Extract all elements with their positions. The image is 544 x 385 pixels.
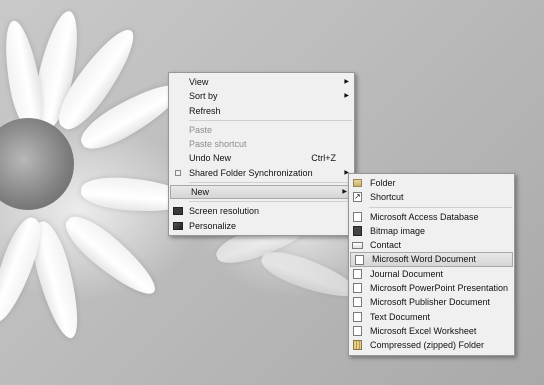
submenu-item-text-document[interactable]: Text Document xyxy=(349,310,514,324)
submenu-arrow-icon: ▶ xyxy=(344,79,349,85)
menu-item-label: Shared Folder Synchronization xyxy=(189,167,313,178)
menu-item-paste-shortcut: Paste shortcut xyxy=(169,137,354,151)
menu-item-label: New xyxy=(191,187,210,198)
submenu-item-journal-document[interactable]: Journal Document xyxy=(349,267,514,281)
submenu-item-powerpoint-presentation[interactable]: Microsoft PowerPoint Presentation xyxy=(349,281,514,295)
personalize-icon xyxy=(173,221,183,230)
submenu-item-label: Microsoft Access Database xyxy=(370,211,479,222)
submenu-item-access-database[interactable]: Microsoft Access Database xyxy=(349,210,514,224)
submenu-item-label: Compressed (zipped) Folder xyxy=(370,340,485,351)
submenu-item-contact[interactable]: Contact xyxy=(349,238,514,252)
menu-item-label: Personalize xyxy=(189,220,237,231)
menu-separator xyxy=(369,206,512,208)
zip-folder-icon xyxy=(353,340,362,351)
submenu-arrow-icon: ▶ xyxy=(344,93,349,100)
menu-separator xyxy=(189,182,352,184)
menu-separator xyxy=(189,119,352,121)
submenu-item-bitmap-image[interactable]: Bitmap image xyxy=(349,224,514,238)
menu-item-screen-resolution[interactable]: Screen resolution xyxy=(169,204,354,218)
menu-item-label: Screen resolution xyxy=(189,206,260,217)
submenu-item-label: Journal Document xyxy=(370,268,444,279)
sync-icon xyxy=(175,169,181,176)
submenu-item-label: Microsoft Excel Worksheet xyxy=(370,325,477,336)
excel-icon xyxy=(353,325,362,336)
new-submenu: Folder Shortcut Microsoft Access Databas… xyxy=(348,173,515,356)
submenu-arrow-icon: ▶ xyxy=(342,189,347,196)
desktop-context-menu: View ▶ Sort by ▶ Refresh Paste Paste sho… xyxy=(168,72,355,236)
contact-icon xyxy=(352,242,363,250)
flower-petal xyxy=(257,244,361,306)
submenu-item-shortcut[interactable]: Shortcut xyxy=(349,190,514,205)
bitmap-icon xyxy=(353,225,362,236)
submenu-item-label: Folder xyxy=(370,178,396,188)
flower-center xyxy=(0,118,74,210)
menu-item-label: View xyxy=(189,77,209,87)
menu-item-sort-by[interactable]: Sort by ▶ xyxy=(169,89,354,103)
submenu-item-publisher-document[interactable]: Microsoft Publisher Document xyxy=(349,295,514,309)
monitor-icon xyxy=(173,207,183,216)
word-icon xyxy=(355,255,364,266)
submenu-item-label: Contact xyxy=(370,240,402,251)
menu-separator xyxy=(189,201,352,203)
submenu-item-label: Microsoft Publisher Document xyxy=(370,297,491,308)
menu-item-personalize[interactable]: Personalize xyxy=(169,219,354,233)
menu-item-label: Refresh xyxy=(189,105,221,116)
publisher-icon xyxy=(353,297,362,308)
submenu-item-label: Microsoft Word Document xyxy=(372,254,476,265)
submenu-item-label: Shortcut xyxy=(370,192,404,203)
menu-item-label: Paste xyxy=(189,124,213,135)
access-icon xyxy=(353,211,362,222)
menu-item-shared-folder-sync[interactable]: Shared Folder Synchronization ▶ xyxy=(169,166,354,180)
menu-item-paste: Paste xyxy=(169,123,354,137)
submenu-item-folder[interactable]: Folder xyxy=(349,176,514,190)
shortcut-icon xyxy=(353,190,362,205)
menu-item-refresh[interactable]: Refresh xyxy=(169,104,354,118)
submenu-item-word-document[interactable]: Microsoft Word Document xyxy=(350,252,513,267)
menu-item-view[interactable]: View ▶ xyxy=(169,75,354,89)
folder-icon xyxy=(353,179,362,187)
menu-item-label: Sort by xyxy=(189,91,218,102)
menu-item-label: Paste shortcut xyxy=(189,139,247,150)
menu-item-undo-new[interactable]: Undo New Ctrl+Z xyxy=(169,151,354,165)
journal-icon xyxy=(353,268,362,279)
submenu-item-excel-worksheet[interactable]: Microsoft Excel Worksheet xyxy=(349,324,514,338)
menu-item-shortcut: Ctrl+Z xyxy=(311,153,336,164)
menu-item-new[interactable]: New ▶ xyxy=(170,185,353,200)
submenu-item-zipped-folder[interactable]: Compressed (zipped) Folder xyxy=(349,338,514,352)
text-document-icon xyxy=(353,311,362,322)
submenu-item-label: Text Document xyxy=(370,311,431,322)
powerpoint-icon xyxy=(353,283,362,294)
submenu-item-label: Bitmap image xyxy=(370,225,426,236)
submenu-item-label: Microsoft PowerPoint Presentation xyxy=(370,283,509,294)
menu-item-label: Undo New xyxy=(189,153,232,164)
